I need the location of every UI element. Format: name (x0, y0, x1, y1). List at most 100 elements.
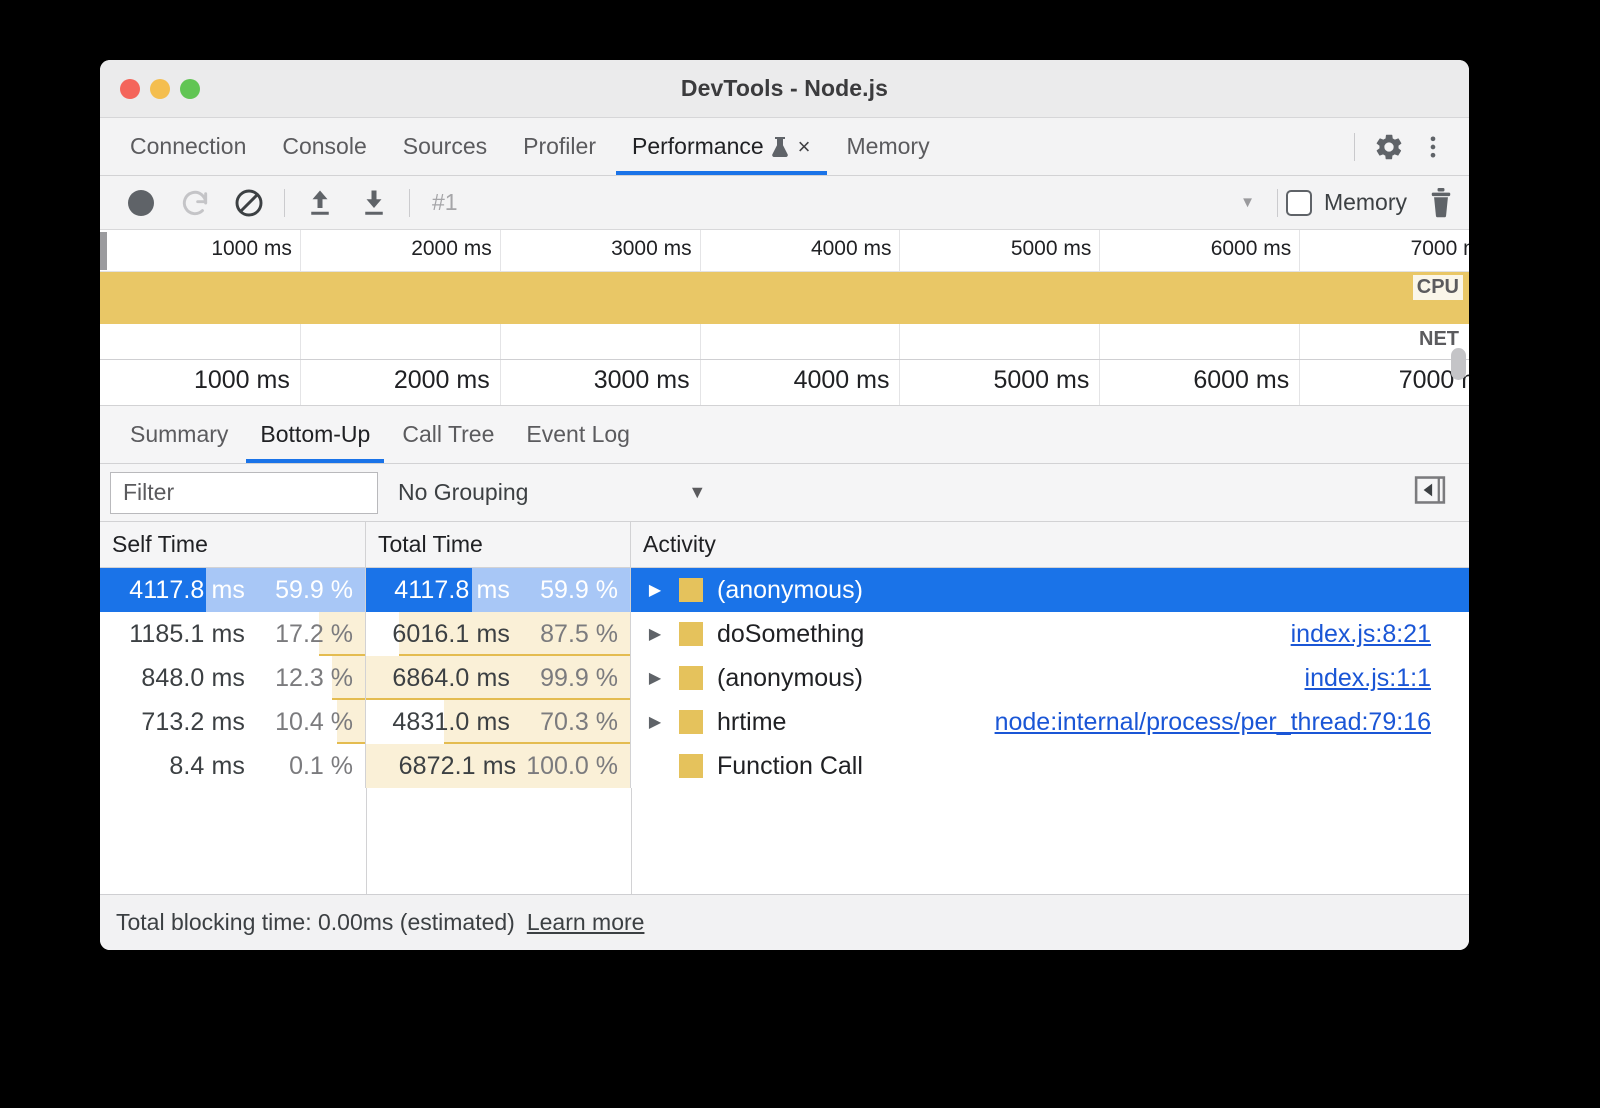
self-time-ms: 8.4 ms (169, 752, 245, 781)
window-title: DevTools - Node.js (100, 75, 1469, 102)
tab-event-log-label: Event Log (526, 421, 630, 448)
column-header-total-time[interactable]: Total Time (366, 522, 631, 568)
grouping-select[interactable]: No Grouping ▼ (398, 479, 706, 506)
cell-self-time: 1185.1 ms 17.2 % (100, 612, 366, 656)
table-row[interactable]: 848.0 ms 12.3 % 6864.0 ms 99.9 % ▶ ( (100, 656, 1469, 700)
table-header-row: Self Time Total Time Activity (100, 522, 1469, 568)
net-overview-band[interactable]: NET (100, 324, 1469, 360)
ruler-top-tick-3: 3000 ms (611, 237, 700, 261)
overview-left-handle[interactable] (100, 232, 107, 270)
activity-color-swatch (679, 754, 703, 778)
table-row[interactable]: 4117.8 ms 59.9 % 4117.8 ms 59.9 % ▶ (100, 568, 1469, 612)
tab-profiler-label: Profiler (523, 133, 596, 160)
download-icon[interactable] (347, 181, 401, 225)
more-vertical-icon[interactable] (1413, 127, 1453, 167)
tab-connection[interactable]: Connection (112, 118, 264, 175)
cell-activity: ▶ doSomething index.js:8:21 (631, 612, 1469, 656)
ruler-bottom-tick-1: 1000 ms (194, 366, 300, 395)
expand-triangle-icon[interactable]: ▶ (645, 624, 665, 644)
overview-ruler-bottom: 1000 ms 2000 ms 3000 ms 4000 ms 5000 ms … (100, 360, 1469, 406)
tab-performance[interactable]: Performance × (614, 118, 829, 175)
tab-sources[interactable]: Sources (385, 118, 505, 175)
chevron-down-icon: ▼ (688, 482, 706, 503)
overview-scrollbar-thumb[interactable] (1451, 348, 1466, 380)
memory-checkbox[interactable] (1286, 190, 1312, 216)
cell-self-time: 713.2 ms 10.4 % (100, 700, 366, 744)
filter-bar: No Grouping ▼ (100, 464, 1469, 522)
table-row[interactable]: 713.2 ms 10.4 % 4831.0 ms 70.3 % ▶ h (100, 700, 1469, 744)
clear-icon[interactable] (222, 181, 276, 225)
activity-color-swatch (679, 578, 703, 602)
table-row[interactable]: 8.4 ms 0.1 % 6872.1 ms 100.0 % ▶ Fun (100, 744, 1469, 788)
tab-summary[interactable]: Summary (114, 406, 244, 463)
status-bar: Total blocking time: 0.00ms (estimated) … (100, 894, 1469, 950)
tab-summary-label: Summary (130, 421, 228, 448)
total-blocking-time-text: Total blocking time: 0.00ms (estimated) (116, 909, 515, 936)
activity-source-link[interactable]: index.js:8:21 (1291, 620, 1431, 649)
overview-ruler-top: 1000 ms 2000 ms 3000 ms 4000 ms 5000 ms … (100, 230, 1469, 272)
session-value: #1 (432, 189, 458, 216)
column-header-self-time[interactable]: Self Time (100, 522, 366, 568)
total-time-pct: 99.9 % (520, 664, 618, 693)
total-time-pct: 100.0 % (526, 752, 618, 781)
memory-checkbox-label: Memory (1324, 189, 1407, 216)
activity-source-link[interactable]: index.js:1:1 (1305, 664, 1431, 693)
tab-bottom-up[interactable]: Bottom-Up (244, 406, 386, 463)
column-header-activity[interactable]: Activity (631, 522, 1469, 568)
total-time-ms: 4117.8 ms (394, 576, 510, 605)
tab-sources-label: Sources (403, 133, 487, 160)
tab-connection-label: Connection (130, 133, 246, 160)
activity-name: (anonymous) (717, 576, 863, 605)
tab-call-tree[interactable]: Call Tree (386, 406, 510, 463)
self-time-pct: 59.9 % (255, 576, 353, 605)
tab-event-log[interactable]: Event Log (510, 406, 646, 463)
main-tab-bar: Connection Console Sources Profiler Perf… (100, 118, 1469, 176)
record-icon[interactable] (114, 181, 168, 225)
upload-icon[interactable] (293, 181, 347, 225)
ruler-bottom-tick-6: 6000 ms (1193, 366, 1299, 395)
total-time-ms: 6864.0 ms (392, 664, 510, 693)
ruler-bottom-tick-2: 2000 ms (394, 366, 500, 395)
tab-profiler[interactable]: Profiler (505, 118, 614, 175)
cell-activity: ▶ (anonymous) (631, 568, 1469, 612)
activity-source-link[interactable]: node:internal/process/per_thread:79:16 (995, 708, 1431, 737)
total-time-pct: 70.3 % (520, 708, 618, 737)
tab-console[interactable]: Console (264, 118, 384, 175)
filter-input[interactable] (110, 472, 378, 514)
ruler-top-tick-7: 7000 ms (1411, 237, 1469, 261)
tab-memory[interactable]: Memory (829, 118, 948, 175)
total-time-ms: 6016.1 ms (392, 620, 510, 649)
tab-bottom-up-label: Bottom-Up (260, 421, 370, 448)
timeline-overview[interactable]: 1000 ms 2000 ms 3000 ms 4000 ms 5000 ms … (100, 230, 1469, 406)
gear-icon[interactable] (1369, 127, 1409, 167)
memory-checkbox-group[interactable]: Memory (1286, 189, 1413, 216)
cell-activity: ▶ hrtime node:internal/process/per_threa… (631, 700, 1469, 744)
self-time-ms: 4117.8 ms (129, 576, 245, 605)
toolbar-divider (284, 189, 285, 217)
expand-triangle-icon[interactable]: ▶ (645, 580, 665, 600)
self-time-ms: 713.2 ms (141, 708, 245, 737)
expand-triangle-icon[interactable]: ▶ (645, 712, 665, 732)
trash-icon[interactable] (1413, 188, 1469, 218)
reload-icon[interactable] (168, 181, 222, 225)
collapse-sidebar-icon[interactable] (1413, 473, 1447, 512)
session-selector[interactable]: #1 ▼ (418, 181, 1269, 225)
learn-more-link[interactable]: Learn more (527, 909, 645, 936)
total-time-ms: 4831.0 ms (392, 708, 510, 737)
activity-color-swatch (679, 710, 703, 734)
self-time-pct: 10.4 % (255, 708, 353, 737)
cell-total-time: 6864.0 ms 99.9 % (366, 656, 631, 700)
tab-performance-label: Performance (632, 133, 764, 160)
expand-triangle-icon[interactable]: ▶ (645, 668, 665, 688)
ruler-bottom-tick-5: 5000 ms (993, 366, 1099, 395)
close-tab-icon[interactable]: × (798, 136, 811, 158)
cell-total-time: 6872.1 ms 100.0 % (366, 744, 631, 788)
table-row[interactable]: 1185.1 ms 17.2 % 6016.1 ms 87.5 % ▶ (100, 612, 1469, 656)
cpu-overview-band[interactable]: CPU (100, 272, 1469, 324)
activity-name: hrtime (717, 708, 786, 737)
cell-self-time: 848.0 ms 12.3 % (100, 656, 366, 700)
cell-activity: ▶ (anonymous) index.js:1:1 (631, 656, 1469, 700)
total-time-ms: 6872.1 ms (399, 752, 517, 781)
self-time-pct: 17.2 % (255, 620, 353, 649)
self-time-pct: 12.3 % (255, 664, 353, 693)
